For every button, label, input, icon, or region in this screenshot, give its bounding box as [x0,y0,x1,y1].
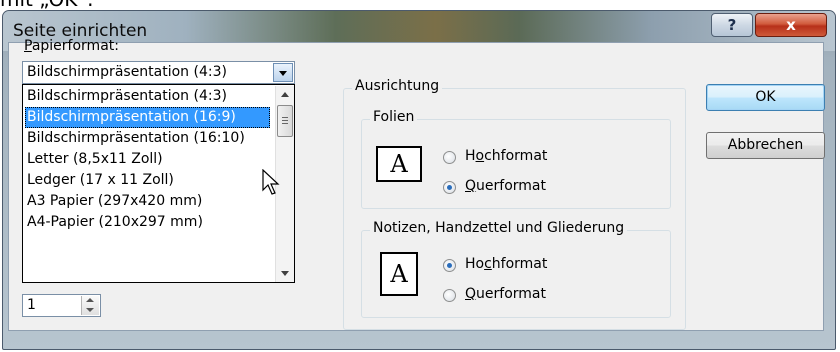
scroll-down-arrow-icon[interactable] [276,265,294,282]
notizen-querformat-label[interactable]: Querformat [465,286,546,302]
accesskey: Q [465,178,477,194]
landscape-page-icon: A [376,146,422,182]
papierformat-selected-value: Bildschirmpräsentation (4:3) [27,64,227,80]
portrait-page-icon: A [380,252,418,296]
chevron-down-icon[interactable] [273,63,293,82]
spinner-value: 1 [27,297,36,313]
list-item[interactable]: Ledger (17 x 11 Zoll) [25,170,270,191]
label-part: chformat [484,148,548,164]
papierformat-label-text: apierformat: [31,38,119,54]
grip-line [282,120,288,121]
notizen-querformat-radio[interactable] [443,289,456,302]
folien-hochformat-radio[interactable] [443,151,456,164]
grip-line [282,117,288,118]
papierformat-dropdown-list[interactable]: Bildschirmpräsentation (4:3) Bildschirmp… [22,84,295,283]
label-part: H [465,148,476,164]
accesskey: Q [465,286,477,302]
close-button[interactable]: x [755,13,827,37]
scroll-thumb[interactable] [277,105,293,137]
list-item[interactable]: Bildschirmpräsentation (4:3) [25,86,270,107]
list-item[interactable]: A3 Papier (297x420 mm) [25,191,270,212]
page-icon-letter: A [390,150,408,178]
folien-querformat-radio[interactable] [443,181,456,194]
caption-text-fragment: mit „OK“. [0,0,840,10]
grip-line [282,123,288,124]
scroll-up-arrow-icon[interactable] [276,86,294,103]
label-part: uerformat [476,286,546,302]
page-icon-letter: A [390,260,408,288]
caption-fragment-text: mit „OK“. [0,0,93,10]
folien-legend: Folien [370,109,418,125]
papierformat-accesskey: P [24,38,32,54]
papierformat-label: Papierformat: [24,38,119,54]
list-item[interactable]: Bildschirmpräsentation (16:10) [25,128,270,149]
list-item-selected[interactable]: Bildschirmpräsentation (16:9) [25,107,270,128]
mouse-pointer-icon [262,169,280,195]
ausrichtung-legend: Ausrichtung [352,78,443,94]
list-item[interactable]: Letter (8,5x11 Zoll) [25,149,270,170]
notizen-legend: Notizen, Handzettel und Gliederung [370,220,628,236]
cancel-button[interactable]: Abbrechen [706,132,825,159]
label-part: uerformat [476,178,546,194]
accesskey: c [484,256,492,272]
accesskey: o [475,148,485,164]
notizen-hochformat-label[interactable]: Hochformat [465,256,547,272]
folien-hochformat-label[interactable]: Hochformat [465,148,547,164]
folien-querformat-label[interactable]: Querformat [465,178,546,194]
label-part: hformat [491,256,548,272]
label-part: Ho [465,256,485,272]
help-button[interactable]: ? [711,13,753,37]
list-item[interactable]: A4-Papier (210x297 mm) [25,212,270,233]
ok-button[interactable]: OK [706,84,825,111]
papierformat-combobox[interactable]: Bildschirmpräsentation (4:3) [22,61,295,84]
spinner-arrows-icon[interactable] [81,296,99,315]
notizen-hochformat-radio[interactable] [443,259,456,272]
numbering-spinner[interactable]: 1 [22,294,101,317]
